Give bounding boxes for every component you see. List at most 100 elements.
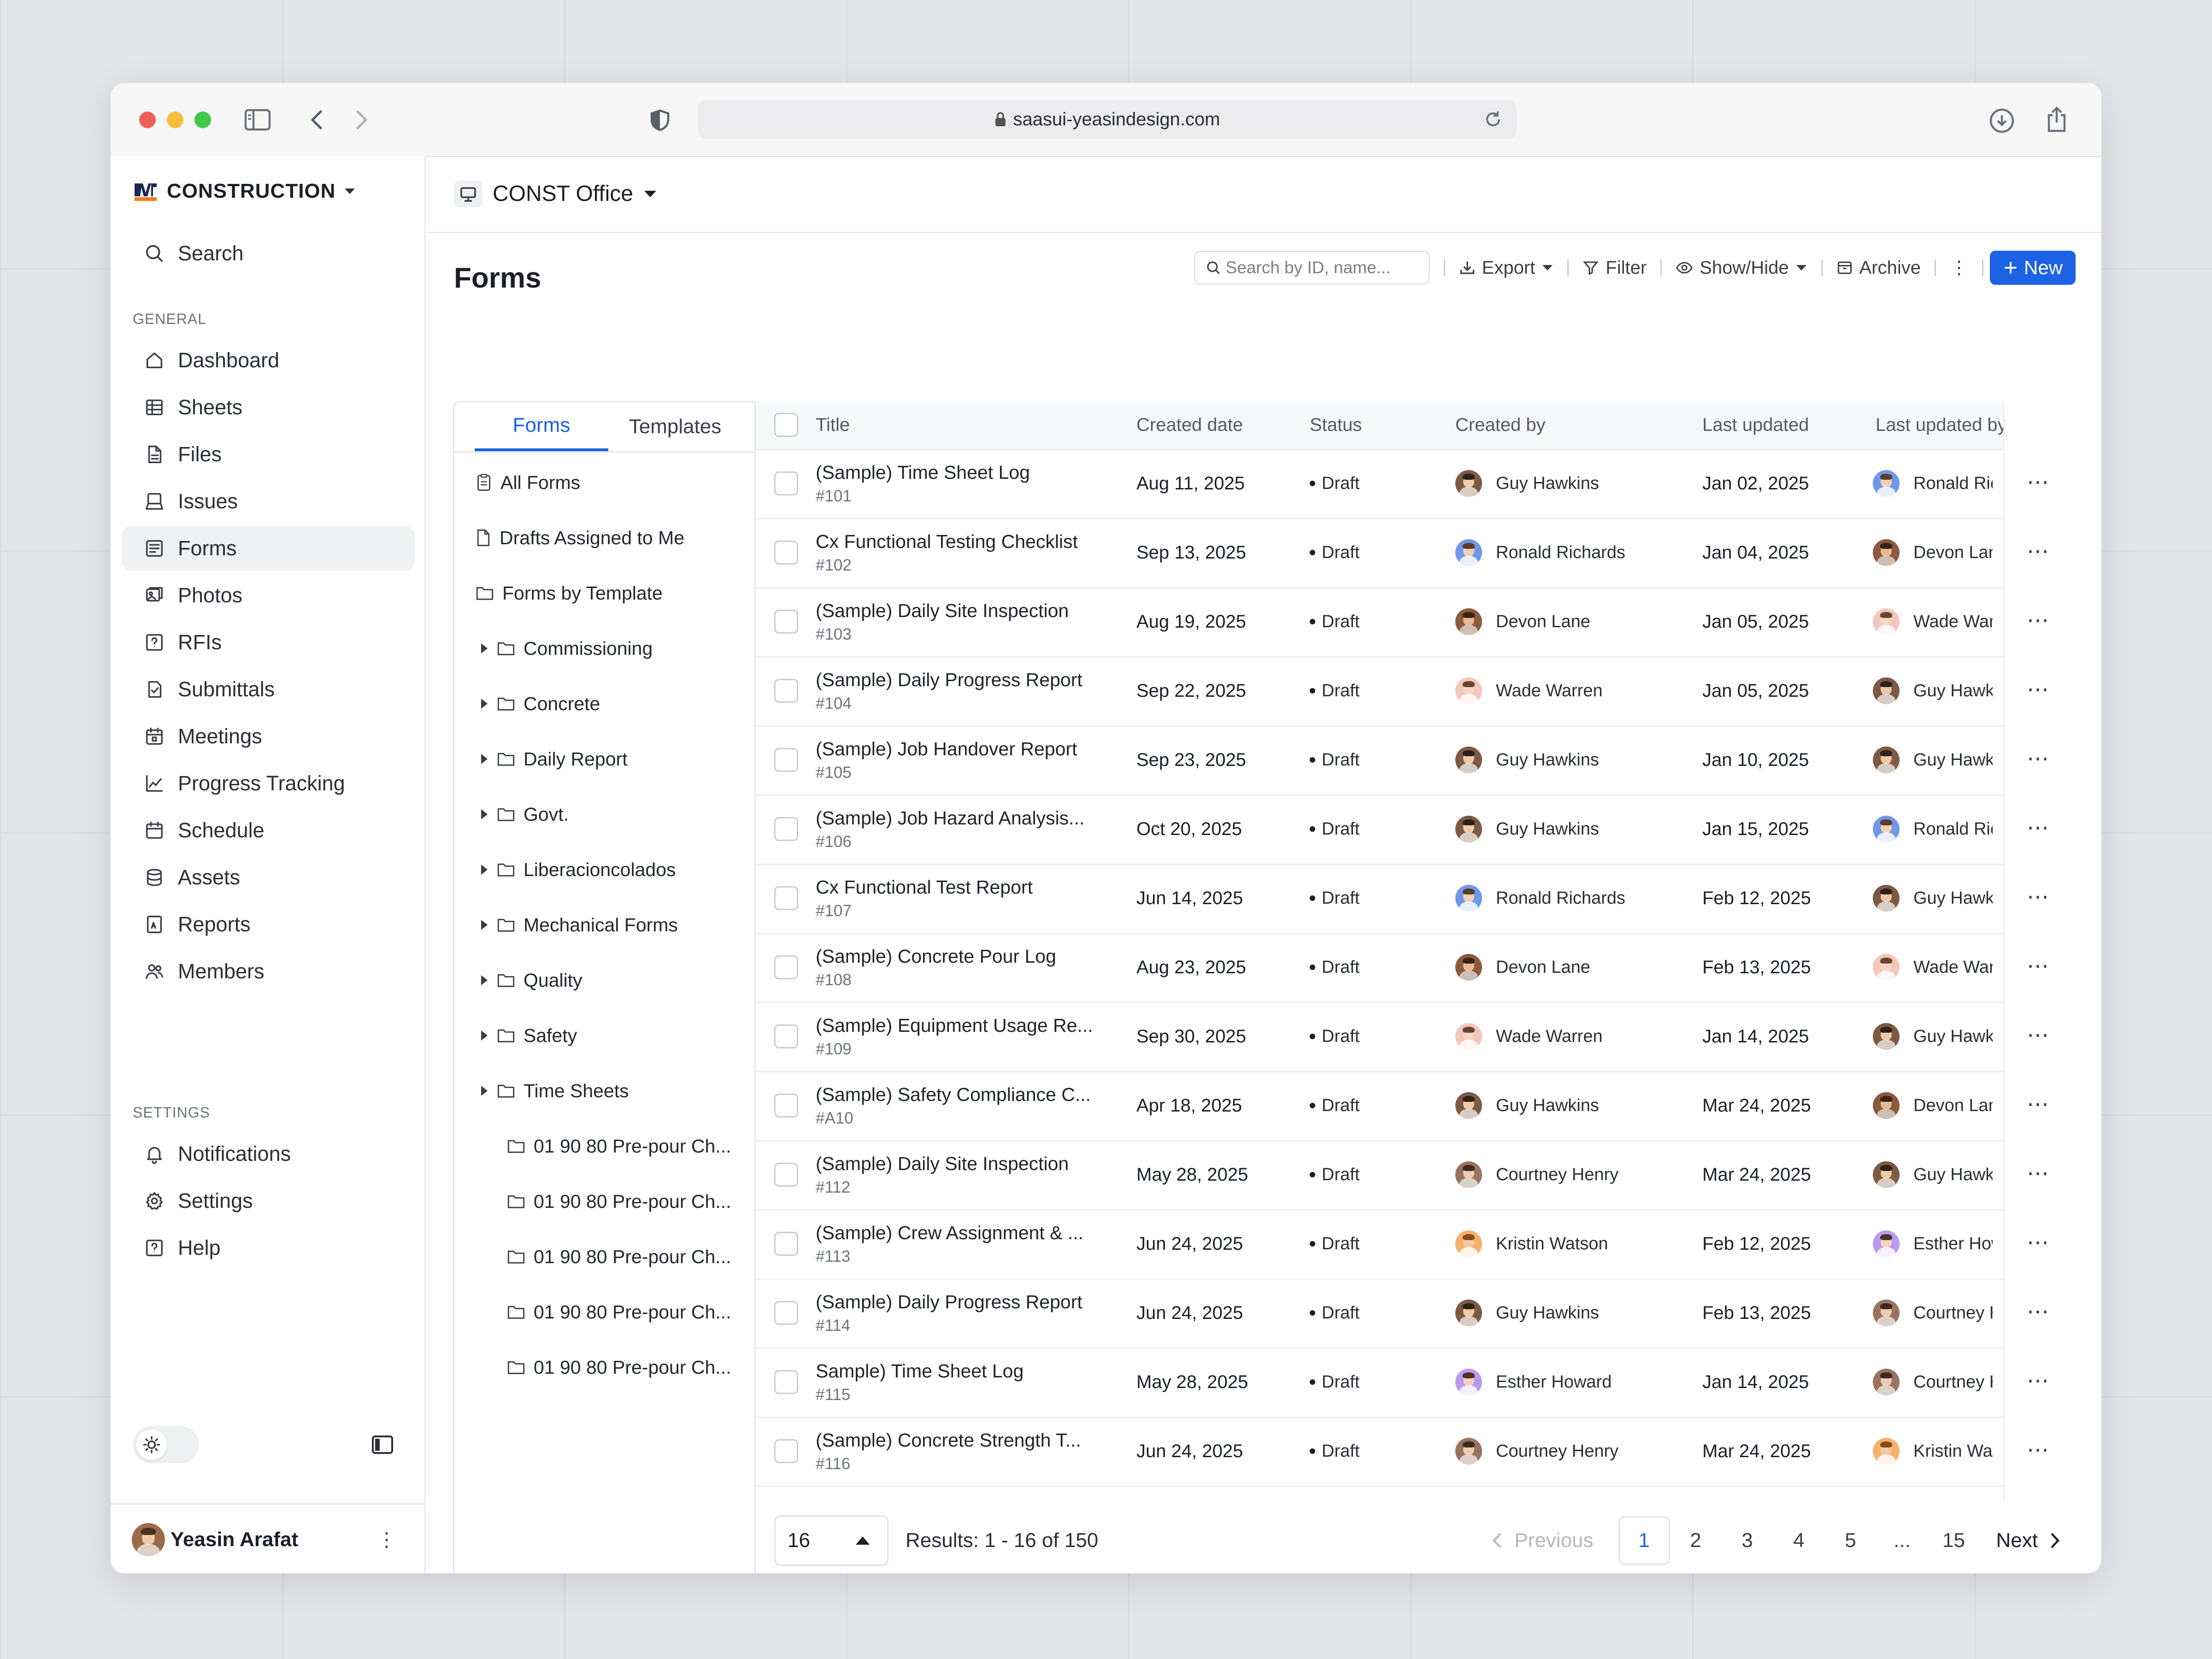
sidebar-item-issues[interactable]: Issues xyxy=(122,479,415,524)
close-window-button[interactable] xyxy=(139,112,156,128)
form-title-cell[interactable]: (Sample) Daily Site Inspection #112 xyxy=(816,1140,1120,1209)
subfolder-item[interactable]: 01 90 80 Pre-pour Ch... xyxy=(507,1349,731,1386)
template-folder[interactable]: Quality xyxy=(480,962,582,999)
more-options-icon[interactable]: ⋮ xyxy=(1950,257,1968,278)
template-folder[interactable]: Govt. xyxy=(480,796,569,833)
sidebar-item-help[interactable]: Help xyxy=(122,1226,415,1270)
expand-toggle[interactable] xyxy=(480,864,488,876)
brand-switcher[interactable]: CONSTRUCTION xyxy=(133,180,356,203)
table-row[interactable]: (Sample) Job Handover Report #105 Sep 23,… xyxy=(756,725,2074,796)
template-folder[interactable]: Mechanical Forms xyxy=(480,906,678,943)
form-title-cell[interactable]: (Sample) Crew Assignment & ... #113 xyxy=(816,1209,1120,1278)
folder-item-forms-by-template[interactable]: Forms by Template xyxy=(476,575,663,612)
user-profile[interactable]: Yeasin Arafat ⋮ xyxy=(111,1503,424,1573)
expand-toggle[interactable] xyxy=(480,1085,488,1097)
row-checkbox[interactable] xyxy=(774,725,798,794)
expand-toggle[interactable] xyxy=(480,698,488,710)
sidebar-item-forms[interactable]: Forms xyxy=(122,526,415,571)
address-bar[interactable]: saasui-yeasindesign.com xyxy=(698,100,1517,139)
sidebar-toggle-icon[interactable] xyxy=(244,109,271,131)
table-row[interactable]: (Sample) Daily Progress Report #104 Sep 2… xyxy=(756,656,2074,727)
form-title-cell[interactable]: (Sample) Equipment Usage Re... #109 xyxy=(816,1002,1120,1071)
shield-icon[interactable] xyxy=(650,109,670,132)
page-2-button[interactable]: 2 xyxy=(1670,1516,1722,1565)
row-actions-button[interactable]: ⋯ xyxy=(2027,1230,2050,1255)
subfolder-item[interactable]: 01 90 80 Pre-pour Ch... xyxy=(507,1183,731,1220)
form-title-cell[interactable]: Sample) Time Sheet Log #115 xyxy=(816,1347,1120,1417)
theme-toggle[interactable] xyxy=(133,1426,199,1464)
row-checkbox[interactable] xyxy=(774,518,798,587)
sidebar-item-members[interactable]: Members xyxy=(122,949,415,994)
form-title-cell[interactable]: (Sample) Concrete Pour Log #108 xyxy=(816,933,1120,1002)
template-folder[interactable]: Daily Report xyxy=(480,741,628,777)
row-checkbox[interactable] xyxy=(774,794,798,864)
table-row[interactable]: (Sample) Equipment Usage Re... #109 Sep 3… xyxy=(756,1002,2074,1072)
row-actions-button[interactable]: ⋯ xyxy=(2027,469,2050,495)
row-actions-button[interactable]: ⋯ xyxy=(2027,884,2050,910)
user-menu-icon[interactable]: ⋮ xyxy=(377,1530,396,1549)
sidebar-item-meetings[interactable]: Meetings xyxy=(122,714,415,759)
row-actions-button[interactable]: ⋯ xyxy=(2027,1091,2050,1117)
sidebar-item-dashboard[interactable]: Dashboard xyxy=(122,338,415,382)
form-title-cell[interactable]: (Sample) Job Hazard Analysis... #106 xyxy=(816,794,1120,864)
row-actions-button[interactable]: ⋯ xyxy=(2027,1368,2050,1394)
row-actions-button[interactable]: ⋯ xyxy=(2027,1022,2050,1048)
page-4-button[interactable]: 4 xyxy=(1773,1516,1825,1565)
form-title-cell[interactable]: Cx Functional Testing Checklist #102 xyxy=(816,518,1120,587)
maximize-window-button[interactable] xyxy=(194,112,211,128)
column-last-updated-by[interactable]: Last updated by xyxy=(1876,401,2005,449)
form-title-cell[interactable]: (Sample) Concrete Strength T... #116 xyxy=(816,1417,1120,1486)
row-checkbox[interactable] xyxy=(774,1002,798,1071)
form-title-cell[interactable]: (Sample) Time Sheet Log #101 xyxy=(816,449,1120,518)
table-row[interactable]: (Sample) Time Sheet Log #101 Aug 11, 2025… xyxy=(756,449,2074,519)
row-checkbox[interactable] xyxy=(774,1347,798,1417)
select-all-checkbox[interactable] xyxy=(774,401,798,449)
row-checkbox[interactable] xyxy=(774,1417,798,1486)
form-title-cell[interactable]: (Sample) Daily Progress Report #104 xyxy=(816,656,1120,725)
row-actions-button[interactable]: ⋯ xyxy=(2027,677,2050,702)
expand-toggle[interactable] xyxy=(480,919,488,931)
new-form-button[interactable]: New xyxy=(1990,251,2076,285)
row-checkbox[interactable] xyxy=(774,1140,798,1209)
tab-forms[interactable]: Forms xyxy=(475,402,608,451)
table-row[interactable]: (Sample) Crew Assignment & ... #113 Jun 2… xyxy=(756,1209,2074,1280)
sidebar-item-assets[interactable]: Assets xyxy=(122,855,415,900)
row-actions-button[interactable]: ⋯ xyxy=(2027,607,2050,633)
form-title-cell[interactable]: (Sample) Job Handover Report #105 xyxy=(816,725,1120,794)
page-size-select[interactable]: 16 xyxy=(774,1515,888,1566)
template-folder[interactable]: Time Sheets xyxy=(480,1072,629,1109)
export-button[interactable]: Export xyxy=(1459,258,1554,278)
share-icon[interactable] xyxy=(2045,105,2068,134)
row-checkbox[interactable] xyxy=(774,656,798,725)
row-actions-button[interactable]: ⋯ xyxy=(2027,1160,2050,1186)
sidebar-item-photos[interactable]: Photos xyxy=(122,573,415,618)
next-page-button[interactable]: Next xyxy=(1996,1529,2060,1552)
row-checkbox[interactable] xyxy=(774,1209,798,1278)
row-checkbox[interactable] xyxy=(774,864,798,933)
subfolder-item[interactable]: 01 90 80 Pre-pour Ch... xyxy=(507,1128,731,1165)
row-actions-button[interactable]: ⋯ xyxy=(2027,1437,2050,1463)
sidebar-item-reports[interactable]: Reports xyxy=(122,902,415,947)
page-5-button[interactable]: 5 xyxy=(1825,1516,1877,1565)
expand-toggle[interactable] xyxy=(480,974,488,986)
search-input[interactable]: Search by ID, name... xyxy=(1194,251,1430,285)
row-actions-button[interactable]: ⋯ xyxy=(2027,746,2050,771)
workspace-switcher[interactable]: CONST Office xyxy=(454,180,657,207)
table-row[interactable]: (Sample) Daily Site Inspection #112 May 2… xyxy=(756,1140,2074,1211)
expand-toggle[interactable] xyxy=(480,1030,488,1041)
page-1-button[interactable]: 1 xyxy=(1618,1516,1670,1565)
row-actions-button[interactable]: ⋯ xyxy=(2027,815,2050,841)
row-checkbox[interactable] xyxy=(774,1071,798,1140)
sidebar-item-notifications[interactable]: Notifications xyxy=(122,1132,415,1176)
form-title-cell[interactable]: Cx Functional Test Report #107 xyxy=(816,864,1120,933)
form-title-cell[interactable]: (Sample) Daily Progress Report #114 xyxy=(816,1278,1120,1347)
table-row[interactable]: (Sample) Concrete Strength T... #116 Jun … xyxy=(756,1417,2074,1487)
archive-button[interactable]: Archive xyxy=(1836,258,1921,278)
forward-arrow-icon[interactable] xyxy=(353,109,370,131)
page-3-button[interactable]: 3 xyxy=(1722,1516,1773,1565)
reload-icon[interactable] xyxy=(1483,109,1503,129)
table-row[interactable]: Cx Functional Test Report #107 Jun 14, 20… xyxy=(756,864,2074,934)
minimize-window-button[interactable] xyxy=(167,112,183,128)
table-row[interactable]: (Sample) Daily Site Inspection #103 Aug 1… xyxy=(756,587,2074,658)
sidebar-item-rfis[interactable]: RFIs xyxy=(122,620,415,665)
